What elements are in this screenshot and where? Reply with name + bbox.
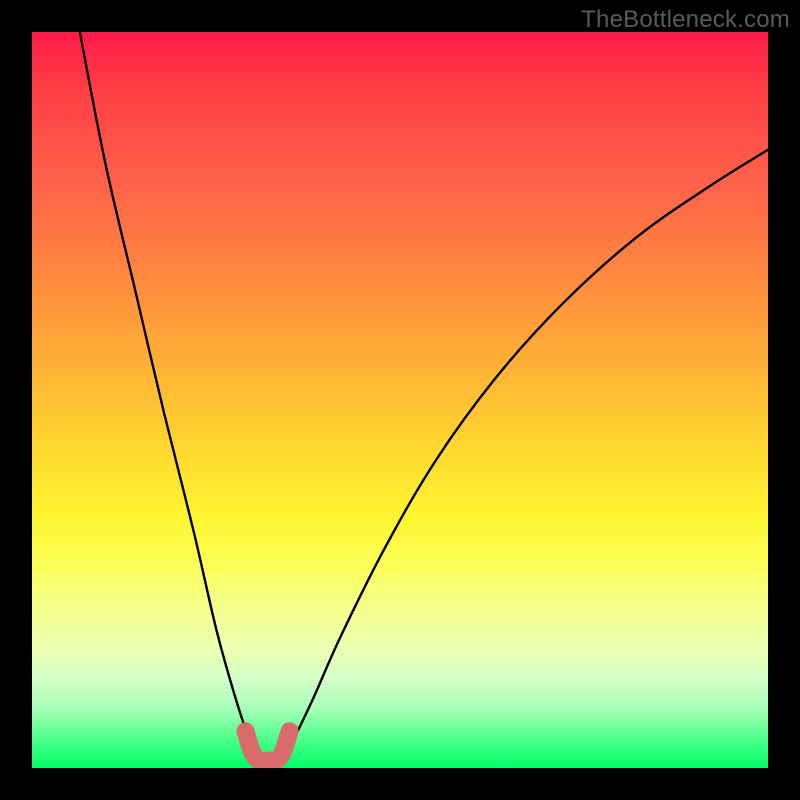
chart-container: TheBottleneck.com [0, 0, 800, 800]
highlight-range [245, 731, 289, 761]
watermark-text: TheBottleneck.com [581, 6, 790, 34]
plot-area [32, 32, 768, 768]
bottleneck-curve [80, 32, 768, 763]
curve-svg [32, 32, 768, 768]
